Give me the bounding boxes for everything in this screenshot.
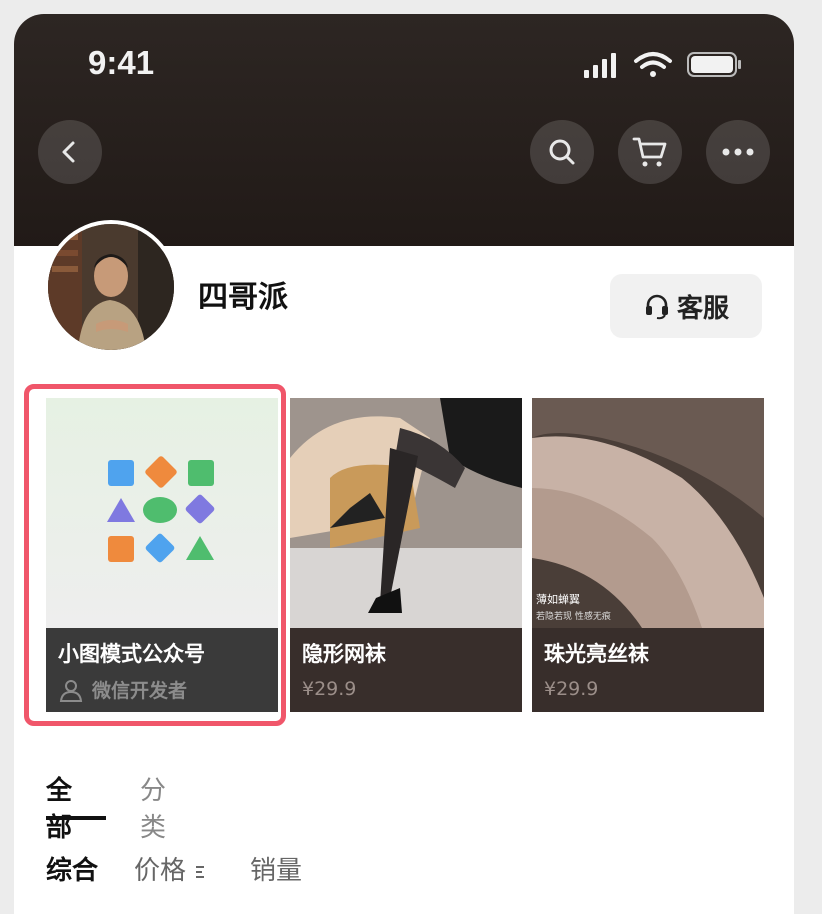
phone-screen: 9:41 四哥派 客服 小图模式公众号 微信开发者 隐形网袜 ¥29.9 薄如蝉… xyxy=(14,14,794,914)
product-image: 薄如蝉翼 若隐若现 性感无痕 xyxy=(532,398,764,628)
headset-icon xyxy=(645,294,668,320)
customer-service-button[interactable]: 客服 xyxy=(610,274,762,338)
card-info: 隐形网袜 ¥29.9 xyxy=(290,628,522,712)
card-title: 珠光亮丝袜 xyxy=(544,642,649,666)
tab-category[interactable]: 分类 xyxy=(140,770,166,844)
product-photo: 薄如蝉翼 若隐若现 性感无痕 xyxy=(532,398,764,628)
product-photo xyxy=(290,398,522,628)
search-button[interactable] xyxy=(530,120,594,184)
card-info: 珠光亮丝袜 ¥29.9 xyxy=(532,628,764,712)
avatar-photo xyxy=(48,224,174,350)
product-card-invisible-fishnet[interactable]: 隐形网袜 ¥29.9 xyxy=(290,398,522,712)
more-icon xyxy=(722,148,754,156)
card-price: ¥29.9 xyxy=(544,678,599,700)
sort-order-icon xyxy=(196,865,205,878)
sort-price[interactable]: 价格 xyxy=(134,850,208,887)
avatar xyxy=(48,224,174,350)
shop-avatar[interactable] xyxy=(44,220,178,354)
image-subcaption: 若隐若现 性感无痕 xyxy=(536,610,611,622)
wifi-icon xyxy=(634,52,672,77)
product-image xyxy=(290,398,522,628)
product-card-pearl-stockings[interactable]: 薄如蝉翼 若隐若现 性感无痕 珠光亮丝袜 ¥29.9 xyxy=(532,398,764,712)
search-icon xyxy=(549,139,575,165)
status-icons xyxy=(584,52,741,78)
shop-name: 四哥派 xyxy=(198,280,288,315)
battery-icon xyxy=(687,52,741,77)
sort-sales[interactable]: 销量 xyxy=(250,850,302,887)
more-button[interactable] xyxy=(706,120,770,184)
shop-header: 9:41 xyxy=(14,14,794,246)
customer-service-label: 客服 xyxy=(676,293,729,324)
back-button[interactable] xyxy=(38,120,102,184)
sort-price-label: 价格 xyxy=(134,856,187,886)
image-caption: 薄如蝉翼 xyxy=(536,592,580,606)
cart-button[interactable] xyxy=(618,120,682,184)
cart-icon xyxy=(632,137,667,167)
status-time: 9:41 xyxy=(88,44,155,81)
card-price: ¥29.9 xyxy=(302,678,357,700)
card-title: 隐形网袜 xyxy=(302,642,386,666)
tab-all[interactable]: 全部 xyxy=(46,770,72,844)
tab-indicator xyxy=(46,816,106,820)
chevron-left-icon xyxy=(62,141,75,163)
highlight-frame xyxy=(24,384,286,726)
sort-comprehensive[interactable]: 综合 xyxy=(46,850,98,887)
signal-icon xyxy=(584,53,616,78)
